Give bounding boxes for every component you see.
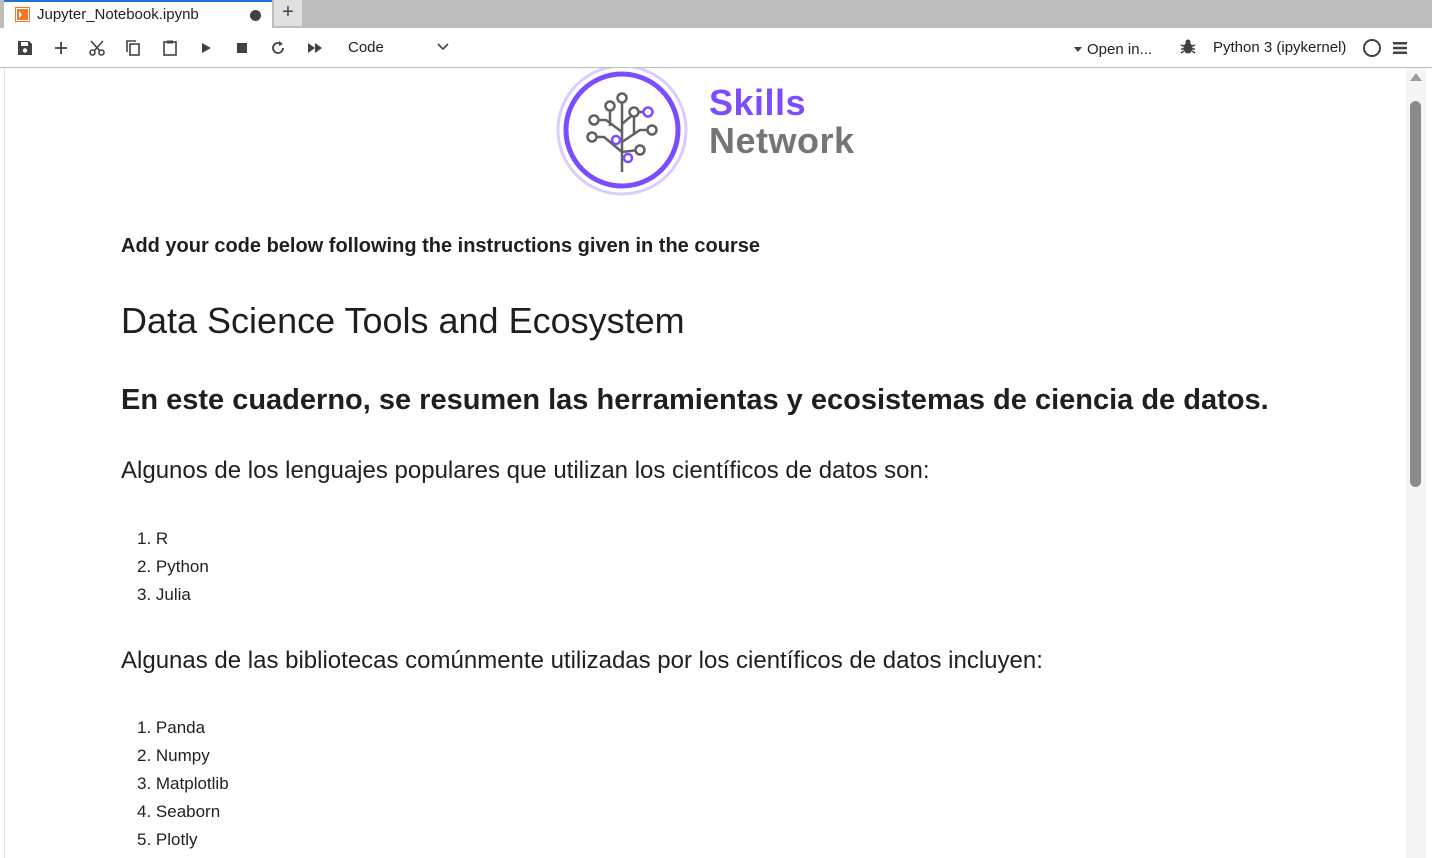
add-cell-icon [55, 42, 67, 54]
cut-icon [89, 40, 105, 56]
vertical-scrollbar[interactable] [1406, 68, 1426, 858]
cut-button[interactable] [85, 36, 109, 60]
caret-down-icon [1074, 46, 1082, 52]
page-title: Data Science Tools and Ecosystem [121, 300, 685, 341]
libraries-heading: Algunas de las bibliotecas comúnmente ut… [121, 647, 1043, 674]
open-in-dropdown[interactable]: Open in... [1074, 39, 1152, 59]
copy-button[interactable] [121, 36, 145, 60]
add-cell-button[interactable] [49, 36, 73, 60]
save-icon [18, 41, 32, 55]
paste-icon [163, 40, 177, 56]
kernel-name[interactable]: Python 3 (ipykernel) [1213, 39, 1346, 56]
debugger-bug-icon[interactable] [1178, 37, 1198, 57]
copy-icon [126, 40, 140, 56]
languages-heading: Algunos de los lenguajes populares que u… [121, 457, 930, 484]
list-item: 2. Python [137, 557, 209, 576]
list-item: 5. Plotly [137, 830, 198, 849]
scroll-up-arrow-icon[interactable] [1410, 73, 1422, 81]
save-button[interactable] [13, 36, 37, 60]
skills-network-tree-icon [556, 68, 688, 196]
list-item: 3. Julia [137, 585, 191, 604]
new-tab-button[interactable]: + [274, 0, 302, 26]
restart-button[interactable] [266, 36, 290, 60]
run-icon [202, 43, 211, 53]
menu-icon[interactable] [1392, 40, 1408, 56]
paste-button[interactable] [158, 36, 182, 60]
run-all-icon [308, 43, 322, 53]
skills-network-logo: Skills Network [554, 68, 874, 198]
logo-network-text: Network [709, 120, 855, 161]
intro-heading: En este cuaderno, se resumen las herrami… [121, 384, 1269, 416]
notebook-tab[interactable]: Jupyter_Notebook.ipynb [4, 0, 272, 28]
unsaved-indicator-icon[interactable] [250, 10, 261, 21]
cell-type-select[interactable]: Code [340, 34, 454, 62]
list-item: 1. Panda [137, 718, 206, 737]
notebook-toolbar: Code Open in... Python 3 (ipykernel) [0, 28, 1432, 68]
restart-icon [272, 41, 284, 54]
list-item: 2. Numpy [137, 746, 210, 765]
scrollbar-thumb[interactable] [1410, 101, 1421, 487]
kernel-status-icon [1363, 39, 1381, 57]
run-button[interactable] [194, 36, 218, 60]
instruction-text: Add your code below following the instru… [121, 235, 760, 257]
open-in-label: Open in... [1087, 40, 1153, 58]
list-item: 4. Seaborn [137, 802, 221, 821]
stop-button[interactable] [230, 36, 254, 60]
libraries-list: 1. Panda 2. Numpy 3. Matplotlib 4. Seabo… [137, 714, 229, 854]
run-all-button[interactable] [303, 36, 327, 60]
notebook-icon [15, 7, 30, 22]
list-item: 1. R [137, 529, 169, 548]
tab-title: Jupyter_Notebook.ipynb [37, 6, 199, 23]
list-item: 3. Matplotlib [137, 774, 229, 793]
languages-list: 1. R 2. Python 3. Julia [137, 525, 209, 609]
logo-skills-text: Skills [709, 82, 807, 123]
tab-bar: Jupyter_Notebook.ipynb + [0, 0, 1432, 28]
stop-icon [237, 43, 247, 53]
chevron-down-icon [437, 43, 449, 51]
notebook-panel: Skills Network Add your code below follo… [4, 68, 1426, 858]
cell-type-label: Code [348, 39, 384, 56]
